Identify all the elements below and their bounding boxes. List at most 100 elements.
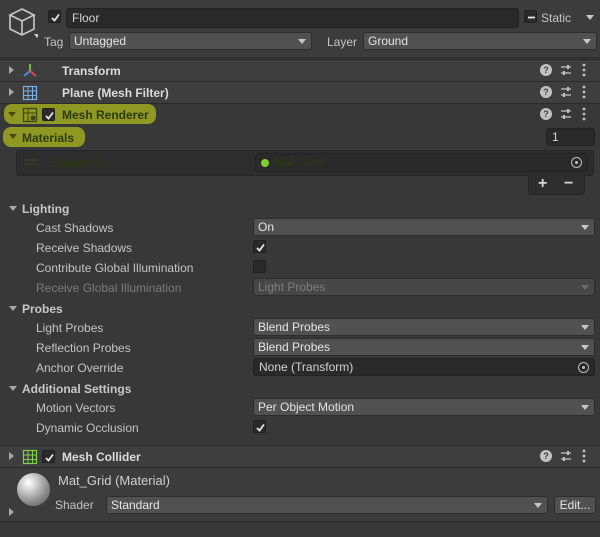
mesh-collider-header[interactable]: Mesh Collider ? [0,445,600,467]
chevron-down-icon [581,345,589,350]
layer-label: Layer [327,35,358,49]
foldout-collapsed-icon[interactable] [9,88,14,96]
cast-shadows-value: On [258,220,275,234]
more-options-icon[interactable] [582,449,586,463]
drag-handle-icon[interactable] [25,158,37,166]
motion-vectors-value: Per Object Motion [258,400,355,414]
anchor-override-label: Anchor Override [36,361,124,375]
shader-label: Shader [55,498,94,512]
materials-foldout-icon[interactable] [9,134,17,139]
chevron-down-icon [298,39,306,44]
object-picker-icon[interactable] [578,362,589,373]
mesh-collider-title: Mesh Collider [62,450,141,464]
foldout-expanded-icon[interactable] [8,112,16,117]
more-options-icon[interactable] [582,85,586,99]
component-header-icons: ? [540,63,600,79]
transform-title: Transform [62,64,121,78]
chevron-down-icon [534,503,542,508]
probes-label[interactable]: Probes [22,302,63,316]
material-foldout-icon[interactable] [9,508,14,516]
light-probes-dropdown[interactable]: Blend Probes [253,318,595,336]
receive-shadows-checkbox[interactable] [253,240,266,253]
additional-settings-label[interactable]: Additional Settings [22,382,131,396]
lighting-label[interactable]: Lighting [22,202,69,216]
element-0-value: Mat_Grid [274,155,324,169]
more-options-icon[interactable] [582,63,586,77]
help-icon[interactable]: ? [540,450,552,462]
presets-icon[interactable] [560,108,572,120]
cast-shadows-dropdown[interactable]: On [253,218,595,236]
mesh-filter-icon [22,85,38,101]
presets-icon[interactable] [560,86,572,98]
reflection-probes-value: Blend Probes [258,340,331,354]
chevron-down-icon [581,405,589,410]
mesh-renderer-header[interactable]: Mesh Renderer ? [0,103,600,125]
tag-value: Untagged [74,34,127,48]
static-dropdown-icon[interactable] [586,15,594,20]
mesh-filter-header[interactable]: Plane (Mesh Filter) ? [0,81,600,103]
mesh-renderer-title: Mesh Renderer [62,108,149,122]
chevron-down-icon [581,225,589,230]
material-preview-sphere [17,473,50,506]
foldout-collapsed-icon[interactable] [9,66,14,74]
mesh-collider-enabled-checkbox[interactable] [42,450,55,463]
active-checkbox[interactable] [48,10,61,23]
add-element-button[interactable]: + [538,175,547,193]
tag-dropdown[interactable]: Untagged [69,32,312,50]
material-title: Mat_Grid (Material) [58,473,170,488]
lighting-foldout-icon[interactable] [9,206,17,211]
help-icon[interactable]: ? [540,108,552,120]
more-options-icon[interactable] [582,107,586,121]
materials-label[interactable]: Materials [22,131,74,145]
material-asset-panel: Mat_Grid (Material) Shader Standard Edit… [0,467,600,522]
mesh-renderer-enabled-checkbox[interactable] [42,108,55,121]
transform-header[interactable]: Transform ? [0,59,600,81]
component-header-icons: ? [540,107,600,123]
element-0-field[interactable]: Mat_Grid [255,153,588,172]
component-header-icons: ? [540,85,600,101]
cast-shadows-label: Cast Shadows [36,221,114,235]
remove-element-button[interactable]: − [564,175,573,193]
layer-value: Ground [368,34,409,48]
gameobject-header: Floor Static Tag Untagged Layer Ground [0,0,600,58]
shader-dropdown[interactable]: Standard [106,496,548,514]
presets-icon[interactable] [560,64,572,76]
chevron-down-icon [583,39,591,44]
reflection-probes-dropdown[interactable]: Blend Probes [253,338,595,356]
anchor-override-value: None (Transform) [259,360,354,374]
foldout-collapsed-icon[interactable] [9,452,14,460]
help-icon[interactable]: ? [540,86,552,98]
object-name-field[interactable]: Floor [66,8,519,28]
object-picker-icon[interactable] [571,157,582,168]
receive-shadows-label: Receive Shadows [36,241,133,255]
motion-vectors-label: Motion Vectors [36,401,116,415]
help-icon[interactable]: ? [540,64,552,76]
probes-foldout-icon[interactable] [9,306,17,311]
contribute-gi-checkbox[interactable] [253,260,266,273]
list-footer: + − [528,175,585,195]
dynamic-occlusion-label: Dynamic Occlusion [36,421,139,435]
materials-size-field[interactable]: 1 [546,128,595,146]
material-asset-icon [261,159,269,167]
receive-gi-value: Light Probes [258,280,326,294]
layer-dropdown[interactable]: Ground [363,32,597,50]
chevron-down-icon [581,285,589,290]
shader-value: Standard [111,498,160,512]
gameobject-cube-icon[interactable] [6,6,40,40]
receive-gi-label: Receive Global Illumination [36,281,182,295]
component-header-icons: ? [540,449,600,465]
static-label[interactable]: Static [541,11,571,25]
static-checkbox[interactable] [524,10,537,23]
chevron-down-icon [581,325,589,330]
reflection-probes-label: Reflection Probes [36,341,131,355]
mesh-filter-title: Plane (Mesh Filter) [62,86,169,100]
anchor-override-field[interactable]: None (Transform) [253,358,595,376]
tag-label: Tag [44,35,64,49]
light-probes-value: Blend Probes [258,320,331,334]
receive-gi-dropdown: Light Probes [253,278,595,296]
motion-vectors-dropdown[interactable]: Per Object Motion [253,398,595,416]
presets-icon[interactable] [560,450,572,462]
additional-settings-foldout-icon[interactable] [9,386,17,391]
edit-shader-button[interactable]: Edit... [554,496,596,514]
dynamic-occlusion-checkbox[interactable] [253,420,266,433]
